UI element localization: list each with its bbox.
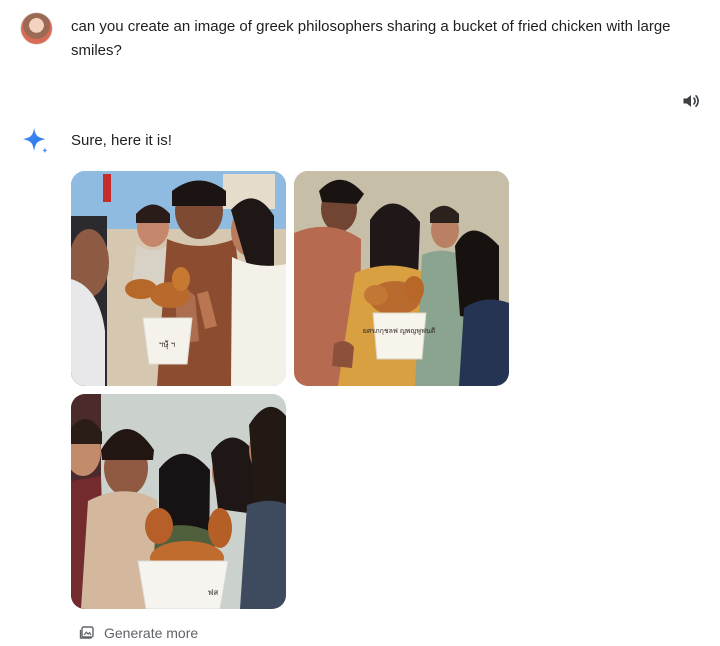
- speaker-icon[interactable]: [680, 91, 702, 111]
- bucket-label-1: ฯษุ้ั ฯ: [159, 340, 175, 349]
- generate-more-label: Generate more: [104, 625, 199, 641]
- generated-image-3[interactable]: ฟส: [71, 394, 286, 609]
- bucket-label-2: ยศรภกุชลฟ ญพญพูฟนตี: [363, 327, 436, 335]
- generated-image-1[interactable]: ฯษุ้ั ฯ: [71, 171, 286, 386]
- gemini-sparkle-icon: [22, 127, 48, 154]
- generate-more-button[interactable]: Generate more: [79, 621, 198, 645]
- user-avatar[interactable]: [21, 13, 52, 44]
- bucket-label-3: ฟส: [208, 588, 219, 597]
- generated-image-2[interactable]: ยศรภกุชลฟ ญพญพูฟนตี: [294, 171, 509, 386]
- user-prompt: can you create an image of greek philoso…: [71, 18, 671, 59]
- image-stack-icon: [79, 626, 94, 639]
- assistant-reply: Sure, here it is!: [71, 132, 172, 149]
